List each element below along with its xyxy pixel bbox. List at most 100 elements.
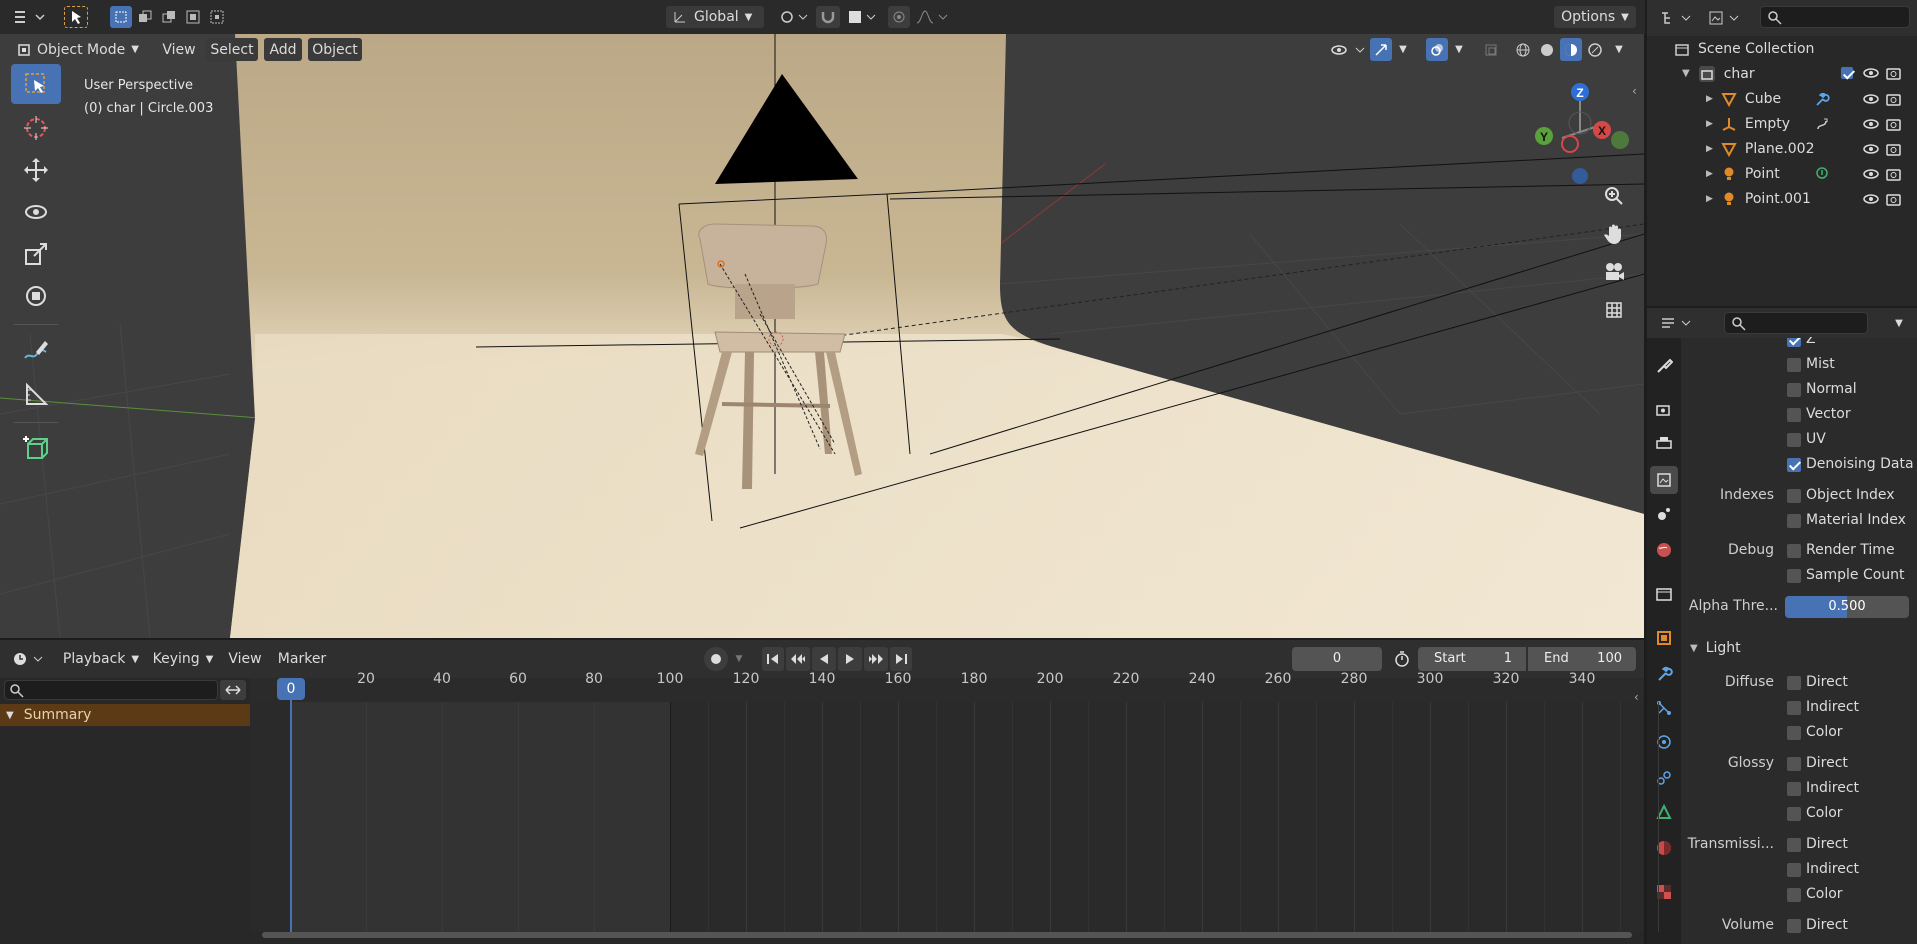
- play-reverse-button[interactable]: [812, 647, 836, 671]
- camera-view-icon[interactable]: [1600, 258, 1628, 286]
- pass-checkbox[interactable]: [1786, 543, 1802, 559]
- pass-checkbox[interactable]: [1786, 382, 1802, 398]
- menu-view[interactable]: View: [158, 38, 200, 61]
- outliner-item[interactable]: ▶ Empty: [1648, 111, 1917, 136]
- select-new-button[interactable]: [110, 6, 132, 28]
- auto-keying-toggle[interactable]: [704, 647, 728, 671]
- render-camera-icon[interactable]: [1886, 192, 1902, 206]
- outliner-editor-type[interactable]: [1656, 6, 1698, 30]
- timeline-scrollbar[interactable]: [262, 932, 1632, 938]
- tab-output[interactable]: [1650, 430, 1678, 458]
- pass-checkbox[interactable]: [1786, 568, 1802, 584]
- eye-icon[interactable]: [1862, 192, 1880, 206]
- pass-checkbox[interactable]: [1786, 887, 1802, 903]
- tab-object[interactable]: [1650, 624, 1678, 652]
- frame-start-field[interactable]: Start 1: [1418, 647, 1526, 671]
- render-camera-icon[interactable]: [1886, 92, 1902, 106]
- light-panel-header[interactable]: ▼ Light: [1680, 636, 1915, 660]
- jump-start-button[interactable]: [762, 647, 784, 671]
- shading-dropdown[interactable]: ▼: [1610, 38, 1628, 61]
- display-mode-dropdown[interactable]: [1704, 6, 1746, 30]
- pivot-point-dropdown[interactable]: [774, 6, 814, 28]
- shading-solid[interactable]: [1536, 38, 1558, 61]
- pass-checkbox[interactable]: [1786, 700, 1802, 716]
- sidebar-toggle-icon[interactable]: ‹: [1632, 84, 1637, 98]
- keying-set-dropdown[interactable]: ▼: [730, 647, 748, 671]
- overlay-toggle[interactable]: [1426, 38, 1448, 61]
- constraint-icon[interactable]: [1814, 116, 1830, 132]
- tool-transform[interactable]: [11, 276, 61, 316]
- timeline-editor-type[interactable]: [8, 647, 50, 671]
- frame-end-field[interactable]: End 100: [1528, 647, 1636, 671]
- menu-marker[interactable]: Marker: [274, 647, 330, 671]
- tool-measure[interactable]: [11, 374, 61, 414]
- select-extend-button[interactable]: [134, 6, 156, 28]
- render-camera-icon[interactable]: [1886, 66, 1902, 80]
- preview-range-toggle[interactable]: [1390, 647, 1414, 671]
- select-invert-button[interactable]: [182, 6, 204, 28]
- tab-scene[interactable]: [1650, 500, 1678, 528]
- pass-checkbox[interactable]: [1786, 675, 1802, 691]
- tool-annotate[interactable]: [11, 330, 61, 370]
- shading-wireframe[interactable]: [1512, 38, 1534, 61]
- outliner-item[interactable]: ▶ Plane.002: [1648, 136, 1917, 161]
- pan-hand-icon[interactable]: [1600, 220, 1628, 248]
- pass-checkbox[interactable]: [1786, 432, 1802, 448]
- falloff-dropdown[interactable]: [912, 6, 952, 28]
- pass-checkbox[interactable]: [1786, 513, 1802, 529]
- tool-scale[interactable]: [11, 234, 61, 274]
- pass-checkbox[interactable]: [1786, 725, 1802, 741]
- pass-checkbox[interactable]: [1786, 357, 1802, 373]
- viewport-3d[interactable]: Object Mode ▼ View Select Add Object ▼ ▼…: [0, 34, 1644, 638]
- expand-right-icon[interactable]: ▶: [1706, 144, 1713, 154]
- pass-checkbox[interactable]: [1786, 806, 1802, 822]
- menu-timeline-view[interactable]: View: [224, 647, 266, 671]
- jump-end-button[interactable]: [890, 647, 912, 671]
- tab-particles[interactable]: [1650, 694, 1678, 722]
- tool-cursor[interactable]: [11, 108, 61, 148]
- wrench-icon[interactable]: [1814, 91, 1830, 107]
- channel-filter-toggle[interactable]: [220, 680, 246, 700]
- pass-checkbox[interactable]: [1786, 457, 1802, 473]
- visibility-dropdown[interactable]: [1326, 38, 1370, 61]
- snap-target-dropdown[interactable]: [842, 6, 882, 28]
- render-camera-icon[interactable]: [1886, 117, 1902, 131]
- menu-add[interactable]: Add: [264, 38, 302, 61]
- tool-select-box[interactable]: [11, 64, 61, 104]
- navigation-gizmo[interactable]: Z Y X: [1522, 76, 1632, 186]
- snap-toggle[interactable]: [816, 6, 840, 28]
- render-camera-icon[interactable]: [1886, 142, 1902, 156]
- editor-type-button[interactable]: [8, 6, 50, 28]
- pass-checkbox[interactable]: [1786, 918, 1802, 934]
- tab-data[interactable]: [1650, 798, 1678, 826]
- pass-checkbox[interactable]: [1786, 862, 1802, 878]
- playhead-line[interactable]: [290, 690, 292, 932]
- jump-keyframe-forward-button[interactable]: [864, 647, 888, 671]
- properties-editor-type[interactable]: [1656, 312, 1698, 334]
- keyframe-area[interactable]: [250, 702, 1659, 932]
- alpha-threshold-slider[interactable]: 0.500: [1785, 596, 1909, 618]
- scene-collection-row[interactable]: Scene Collection: [1648, 36, 1917, 61]
- expand-right-icon[interactable]: ▶: [1706, 119, 1713, 129]
- gizmo-toggle[interactable]: [1370, 38, 1392, 61]
- tab-physics[interactable]: [1650, 728, 1678, 756]
- eye-icon[interactable]: [1862, 117, 1880, 131]
- outliner-search-input[interactable]: [1760, 6, 1910, 28]
- menu-playback[interactable]: Playback ▼: [58, 647, 144, 671]
- tab-render[interactable]: [1650, 396, 1678, 424]
- menu-object[interactable]: Object: [308, 38, 362, 61]
- properties-search-input[interactable]: [1724, 312, 1868, 334]
- render-camera-icon[interactable]: [1886, 167, 1902, 181]
- expand-right-icon[interactable]: ▶: [1706, 94, 1713, 104]
- eye-icon[interactable]: [1862, 142, 1880, 156]
- eye-icon[interactable]: [1862, 92, 1880, 106]
- menu-select[interactable]: Select: [206, 38, 258, 61]
- pass-checkbox[interactable]: [1786, 407, 1802, 423]
- select-intersect-button[interactable]: [206, 6, 228, 28]
- play-button[interactable]: [838, 647, 862, 671]
- tab-tool[interactable]: [1650, 352, 1678, 380]
- tool-rotate[interactable]: [11, 192, 61, 232]
- outliner-item[interactable]: ▶ Point: [1648, 161, 1917, 186]
- pass-checkbox[interactable]: [1786, 488, 1802, 504]
- menu-keying[interactable]: Keying ▼: [148, 647, 218, 671]
